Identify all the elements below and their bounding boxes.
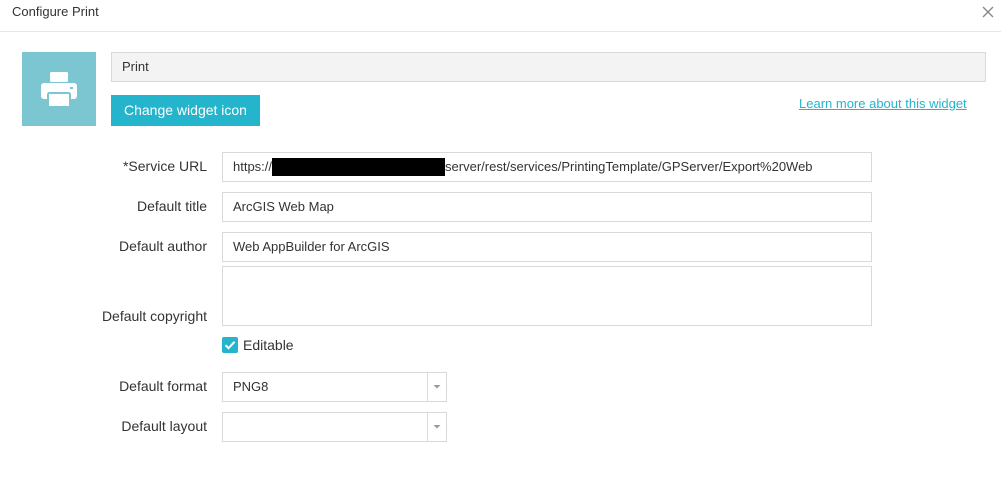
close-icon[interactable] xyxy=(978,2,998,22)
dialog-header: Configure Print xyxy=(0,0,1001,32)
redacted-block xyxy=(272,158,446,176)
close-button[interactable] xyxy=(978,2,998,22)
default-author-label: Default author xyxy=(119,238,207,254)
editable-checkbox[interactable] xyxy=(222,337,238,353)
editable-label: Editable xyxy=(243,337,294,353)
default-format-dropdown-arrow[interactable] xyxy=(427,373,446,401)
default-format-label: Default format xyxy=(119,378,207,394)
chevron-down-icon xyxy=(433,425,441,429)
service-url-label: *Service URL xyxy=(122,158,207,174)
default-title-input[interactable]: ArcGIS Web Map xyxy=(222,192,872,222)
default-author-input[interactable]: Web AppBuilder for ArcGIS xyxy=(222,232,872,262)
default-format-select[interactable]: PNG8 xyxy=(222,372,447,402)
change-widget-icon-button[interactable]: Change widget icon xyxy=(111,95,260,126)
default-format-value: PNG8 xyxy=(233,379,269,394)
default-layout-label: Default layout xyxy=(121,418,207,434)
checkmark-icon xyxy=(224,341,236,350)
default-copyright-textarea[interactable] xyxy=(222,266,872,326)
learn-more-link[interactable]: Learn more about this widget xyxy=(799,96,967,111)
service-url-suffix: server/rest/services/PrintingTemplate/GP… xyxy=(445,159,813,174)
dialog-title: Configure Print xyxy=(12,4,99,19)
widget-name-input[interactable]: Print xyxy=(111,52,986,82)
widget-icon-preview xyxy=(22,52,96,126)
chevron-down-icon xyxy=(433,385,441,389)
printer-icon xyxy=(41,72,77,108)
default-layout-dropdown-arrow[interactable] xyxy=(427,413,446,441)
service-url-input[interactable]: https:// server/rest/services/PrintingTem… xyxy=(222,152,872,182)
default-title-label: Default title xyxy=(136,198,207,214)
default-layout-select[interactable] xyxy=(222,412,447,442)
default-copyright-label: Default copyright xyxy=(101,308,207,324)
service-url-prefix: https:// xyxy=(233,159,273,174)
